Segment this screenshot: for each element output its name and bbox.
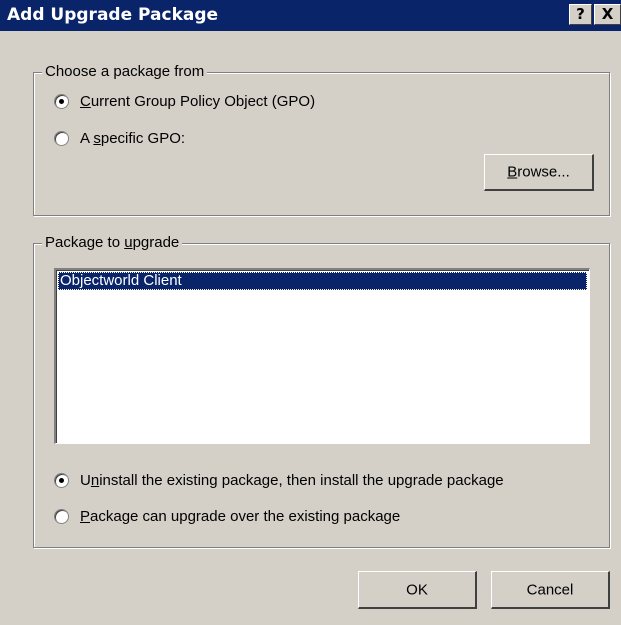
package-to-upgrade-legend: Package to upgrade xyxy=(42,234,183,251)
help-button[interactable]: ? xyxy=(569,4,592,25)
radio-uninstall-then-install-button[interactable] xyxy=(54,473,69,488)
radio-uninstall-then-install[interactable]: Uninstall the existing package, then ins… xyxy=(54,472,504,489)
package-to-upgrade-group: Package to upgrade Objectworld Client Un… xyxy=(33,234,610,548)
radio-current-gpo[interactable]: Current Group Policy Object (GPO) xyxy=(54,93,315,110)
radio-specific-gpo-label: A specific GPO: xyxy=(80,130,186,147)
radio-upgrade-over[interactable]: Package can upgrade over the existing pa… xyxy=(54,508,400,525)
cancel-button-label: Cancel xyxy=(526,581,574,598)
package-listbox[interactable]: Objectworld Client xyxy=(54,268,590,444)
title-bar[interactable]: Add Upgrade Package ? X xyxy=(0,0,621,31)
browse-button-label: Browse... xyxy=(507,163,570,181)
radio-current-gpo-button[interactable] xyxy=(54,94,69,109)
choose-package-group: Choose a package from Current Group Poli… xyxy=(33,63,610,216)
browse-button[interactable]: Browse... xyxy=(484,154,594,191)
ok-button-label: OK xyxy=(406,581,428,598)
radio-uninstall-then-install-label: Uninstall the existing package, then ins… xyxy=(80,472,504,489)
radio-specific-gpo[interactable]: A specific GPO: xyxy=(54,130,185,147)
radio-current-gpo-label: Current Group Policy Object (GPO) xyxy=(80,93,316,110)
list-item[interactable]: Objectworld Client xyxy=(58,272,587,290)
cancel-button[interactable]: Cancel xyxy=(491,571,610,609)
radio-specific-gpo-button[interactable] xyxy=(54,131,69,146)
close-button[interactable]: X xyxy=(594,4,621,25)
radio-upgrade-over-button[interactable] xyxy=(54,509,69,524)
radio-upgrade-over-label: Package can upgrade over the existing pa… xyxy=(80,508,401,525)
choose-package-legend: Choose a package from xyxy=(42,63,208,80)
ok-button[interactable]: OK xyxy=(358,571,477,609)
add-upgrade-package-dialog: Add Upgrade Package ? X Choose a package… xyxy=(0,0,621,625)
window-title: Add Upgrade Package xyxy=(7,5,219,25)
